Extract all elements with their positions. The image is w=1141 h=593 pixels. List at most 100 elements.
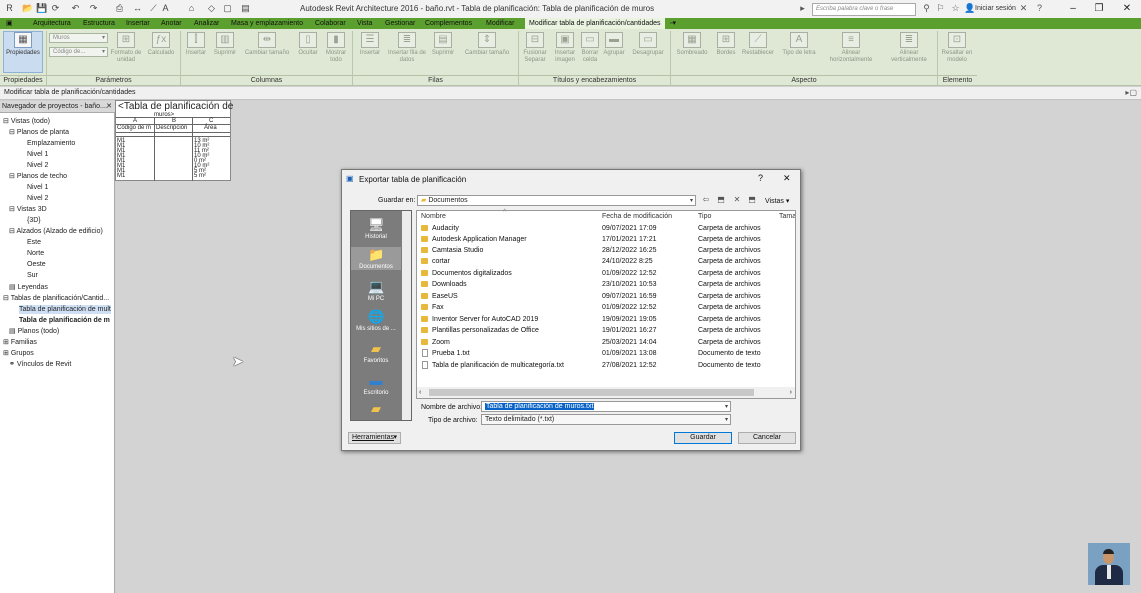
dimension-icon[interactable]: ⟋: [148, 3, 159, 14]
tree-item[interactable]: Sur: [27, 271, 38, 280]
calculated-button[interactable]: ƒx Calculado: [144, 32, 178, 57]
tag-icon[interactable]: A: [160, 3, 171, 14]
tree-item-active[interactable]: Tabla de planificación de m: [19, 316, 110, 325]
properties-button[interactable]: ▦ Propiedades: [3, 31, 43, 73]
tab-arquitectura[interactable]: Arquitectura: [33, 18, 71, 29]
tree-item[interactable]: Este: [27, 238, 41, 247]
show-all-button[interactable]: ▮ Mostrar todo: [323, 32, 349, 64]
list-item[interactable]: Fax 01/09/2022 12:52 Carpeta de archivos: [417, 302, 795, 313]
list-item[interactable]: Prueba 1.txt 01/09/2021 13:08 Documento de…: [417, 348, 795, 359]
list-item[interactable]: Plantillas personalizadas de Office 19/01…: [417, 325, 795, 336]
tree-item[interactable]: ⊟ Alzados (Alzado de edificio): [9, 227, 103, 236]
place-escritorio[interactable]: ▬ Escritorio: [351, 373, 401, 396]
borders-button[interactable]: ⊞ Bordes: [713, 32, 739, 57]
tree-item-selected[interactable]: Tabla de planificación de mult: [19, 305, 111, 314]
tab-gestionar[interactable]: Gestionar: [385, 18, 415, 29]
parameter-select[interactable]: Código de... ▾: [49, 47, 108, 57]
insert-image-button[interactable]: ▣ Insertar imagen: [552, 32, 578, 64]
table-cell[interactable]: 5 m²: [194, 173, 206, 179]
save-icon[interactable]: 💾: [36, 3, 47, 14]
tree-item[interactable]: Nivel 2: [27, 194, 48, 203]
open-icon[interactable]: 📂: [22, 3, 33, 14]
up-folder-icon[interactable]: ⬒: [715, 194, 727, 205]
cancel-button[interactable]: Cancelar: [738, 432, 796, 444]
align-vertical-button[interactable]: ≣ Alinear verticalmente: [883, 32, 935, 64]
tab-analizar[interactable]: Analizar: [194, 18, 219, 29]
list-item[interactable]: Downloads 23/10/2021 10:53 Carpeta de arch…: [417, 279, 795, 290]
redo-icon[interactable]: ↷: [88, 3, 99, 14]
undo-icon[interactable]: ↶: [70, 3, 81, 14]
hide-column-button[interactable]: ▯ Ocultar: [295, 32, 321, 57]
list-item[interactable]: cortar 24/10/2022 8:25 Carpeta de archivos: [417, 256, 795, 267]
scroll-left-icon[interactable]: ‹: [419, 387, 421, 398]
tree-item[interactable]: Emplazamiento: [27, 139, 75, 148]
column-letter[interactable]: A: [133, 118, 137, 124]
shading-button[interactable]: ▦ Sombreado: [673, 32, 711, 57]
tree-item[interactable]: ⚭ Vínculos de Revit: [9, 360, 71, 369]
font-button[interactable]: A Tipo de letra: [778, 32, 820, 57]
places-scrollbar[interactable]: [402, 211, 411, 420]
exchange-icon[interactable]: ✕: [1018, 3, 1029, 14]
column-letter[interactable]: C: [209, 118, 213, 124]
tab-anotar[interactable]: Anotar: [161, 18, 182, 29]
column-header[interactable]: Código de m: [117, 125, 154, 131]
tree-item[interactable]: ⊞ Grupos: [3, 349, 34, 358]
tree-item[interactable]: ⊟ Vistas (todo): [3, 117, 50, 126]
place-documentos[interactable]: 📁 Documentos: [351, 247, 401, 270]
tree-item[interactable]: ⊟ Planos de planta: [9, 128, 69, 137]
list-item[interactable]: Documentos digitalizados 01/09/2022 12:52…: [417, 268, 795, 279]
section-icon[interactable]: ◇: [206, 3, 217, 14]
file-list[interactable]: Nombre ^ Fecha de modificación Tipo Tama…: [416, 209, 796, 399]
list-item[interactable]: Tabla de planificación de multicategoría…: [417, 360, 795, 371]
list-item[interactable]: Camtasia Studio 28/12/2022 16:25 Carpeta d…: [417, 245, 795, 256]
merge-unmerge-button[interactable]: ⊟ Fusionar Separar: [520, 32, 550, 64]
column-header-size[interactable]: Tamaño: [779, 211, 795, 222]
table-cell[interactable]: M1: [117, 173, 125, 179]
new-folder-icon[interactable]: ⬒: [746, 194, 758, 205]
help-button[interactable]: ?: [758, 173, 763, 183]
group-button[interactable]: ▬ Agrupar: [601, 32, 627, 57]
tab-options[interactable]: ▫▾: [670, 18, 676, 29]
ungroup-button[interactable]: ▭ Desagrupar: [629, 32, 667, 57]
tab-complementos[interactable]: Complementos: [425, 18, 472, 29]
highlight-in-model-button[interactable]: ⊡ Resaltar en modelo: [939, 32, 975, 64]
tab-menu[interactable]: ▣: [6, 18, 13, 29]
tree-item[interactable]: Nivel 2: [27, 161, 48, 170]
scrollbar-thumb[interactable]: [429, 389, 754, 396]
sync-icon[interactable]: ⟳: [50, 3, 61, 14]
views-menu[interactable]: Vistas ▾: [765, 197, 789, 205]
tree-item[interactable]: {3D}: [27, 216, 41, 225]
maximize-button[interactable]: ❐: [1086, 2, 1112, 16]
insert-column-button[interactable]: ⫿ Insertar: [183, 32, 209, 57]
help-icon[interactable]: ?: [1034, 3, 1045, 14]
minimize-button[interactable]: –: [1060, 2, 1086, 16]
favorite-icon[interactable]: ☆: [950, 3, 961, 14]
column-letter[interactable]: B: [172, 118, 176, 124]
place-mis-sitios[interactable]: 🌐 Mis sitios de ...: [351, 309, 401, 332]
filename-input[interactable]: Tabla de planificación de muros.txt ▾: [481, 401, 731, 412]
delete-icon[interactable]: ✕: [731, 194, 743, 205]
filetype-select[interactable]: Texto delimitado (*.txt) ▾: [481, 414, 731, 425]
measure-icon[interactable]: ↔: [132, 3, 143, 14]
insert-row-button[interactable]: ☰ Insertar: [355, 32, 385, 57]
user-icon[interactable]: 👤: [964, 3, 975, 14]
insert-data-row-button[interactable]: ≣ Insertar fila de datos: [387, 32, 427, 64]
list-item[interactable]: Zoom 25/03/2021 14:04 Carpeta de archivos: [417, 337, 795, 348]
column-header-name[interactable]: Nombre: [421, 211, 446, 222]
tree-item[interactable]: ⊟ Vistas 3D: [9, 205, 47, 214]
list-item[interactable]: Inventor Server for AutoCAD 2019 19/09/20…: [417, 314, 795, 325]
close-window-button[interactable]: ✕: [1114, 2, 1140, 16]
save-in-combo[interactable]: ▰ Documentos ▾: [417, 195, 696, 206]
delete-row-button[interactable]: ▤ Suprimir: [429, 32, 457, 57]
category-select[interactable]: Muros ▾: [49, 33, 108, 43]
switch-windows-icon[interactable]: ▤: [240, 3, 251, 14]
resize-column-button[interactable]: ⇹ Cambiar tamaño: [241, 32, 293, 57]
tree-item[interactable]: ▤ Planos (todo): [9, 327, 59, 336]
tree-item[interactable]: Norte: [27, 249, 44, 258]
place-mi-pc[interactable]: 💻 Mi PC: [351, 279, 401, 302]
align-horizontal-button[interactable]: ≡ Alinear horizontalmente: [822, 32, 880, 64]
clear-cell-button[interactable]: ▭ Borrar celda: [580, 32, 600, 64]
tree-item[interactable]: Nivel 1: [27, 183, 48, 192]
format-unit-button[interactable]: ⊞ Formato de unidad: [110, 32, 142, 64]
help-search-input[interactable]: Escriba palabra clave o frase: [812, 3, 916, 16]
